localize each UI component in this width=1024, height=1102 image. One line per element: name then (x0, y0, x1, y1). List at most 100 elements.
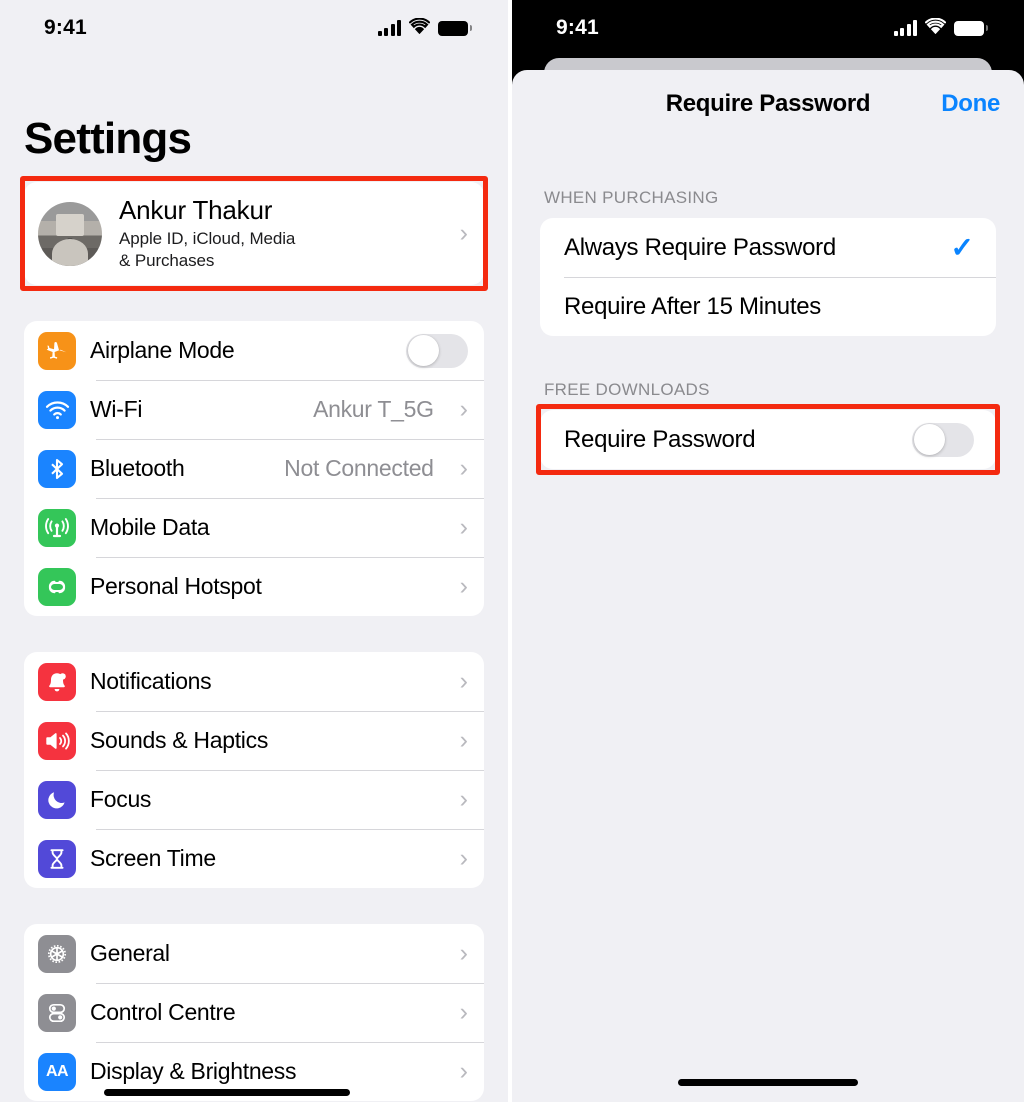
right-status-bar: 9:41 (512, 0, 1024, 56)
hotspot-link-icon (38, 567, 76, 606)
sidebar-item-label: Mobile Data (90, 514, 210, 541)
apple-id-card: Ankur Thakur Apple ID, iCloud, Media & P… (24, 182, 484, 286)
apple-id-row[interactable]: Ankur Thakur Apple ID, iCloud, Media & P… (24, 182, 484, 285)
sidebar-item-control-centre[interactable]: Control Centre › (24, 983, 484, 1042)
settings-group-system: General › Control Centre › AA Display & … (0, 924, 508, 1102)
home-indicator (678, 1079, 858, 1086)
sidebar-item-label: Display & Brightness (90, 1058, 297, 1085)
page-title: Settings (24, 114, 192, 163)
sidebar-item-mobile-data[interactable]: Mobile Data › (24, 498, 484, 557)
chevron-right-icon: › (459, 726, 468, 755)
sidebar-item-screen-time[interactable]: Screen Time › (24, 829, 484, 888)
sidebar-item-airplane-mode[interactable]: Airplane Mode (24, 321, 484, 380)
wifi-icon (38, 390, 76, 429)
avatar (38, 201, 102, 266)
sidebar-item-bluetooth[interactable]: Bluetooth Not Connected › (24, 439, 484, 498)
sidebar-item-label: Bluetooth (90, 455, 185, 482)
require-password-toggle[interactable] (912, 422, 974, 457)
settings-card-3: General › Control Centre › AA Display & … (24, 924, 484, 1102)
sidebar-item-label: Personal Hotspot (90, 573, 262, 600)
home-indicator (104, 1089, 350, 1096)
sidebar-item-general[interactable]: General › (24, 924, 484, 983)
sheet-title: Require Password (665, 90, 871, 117)
section-header-when-purchasing: WHEN PURCHASING (544, 188, 719, 207)
chevron-right-icon: › (459, 939, 468, 968)
battery-full-icon (438, 20, 472, 36)
airplane-mode-toggle[interactable] (406, 333, 468, 368)
status-bar-time: 9:41 (556, 16, 599, 39)
sidebar-item-wifi[interactable]: Wi-Fi Ankur T_5G › (24, 380, 484, 439)
wifi-icon (408, 17, 431, 39)
sliders-icon (38, 993, 76, 1032)
sidebar-item-label: Focus (90, 786, 152, 813)
speaker-icon (38, 721, 76, 760)
free-downloads-card: Require Password (540, 410, 996, 469)
chevron-right-icon: › (459, 785, 468, 814)
sidebar-item-sounds-haptics[interactable]: Sounds & Haptics › (24, 711, 484, 770)
toggle-knob (407, 335, 439, 367)
bell-icon (38, 662, 76, 701)
battery-full-icon (954, 20, 988, 36)
when-purchasing-card: Always Require Password ✓ Require After … (540, 218, 996, 336)
sidebar-item-label: Airplane Mode (90, 337, 235, 364)
sidebar-item-notifications[interactable]: Notifications › (24, 652, 484, 711)
sheet-header: Require Password Done (512, 70, 1024, 138)
sidebar-item-focus[interactable]: Focus › (24, 770, 484, 829)
sidebar-item-label: General (90, 940, 170, 967)
settings-card-2: Notifications › Sounds & Haptics › Focus… (24, 652, 484, 889)
option-require-after-15-minutes[interactable]: Require After 15 Minutes (540, 277, 996, 336)
option-label: Always Require Password (564, 233, 836, 261)
left-status-bar: 9:41 (0, 0, 508, 56)
chevron-right-icon: › (459, 395, 468, 424)
status-bar-indicators (893, 17, 988, 39)
free-downloads-highlight-wrapper: Require Password (512, 404, 1024, 475)
section-header-free-downloads: FREE DOWNLOADS (544, 380, 710, 399)
chevron-right-icon: › (459, 998, 468, 1027)
status-bar-time: 9:41 (44, 16, 87, 39)
cellular-signal-icon (377, 20, 401, 36)
modal-sheet: Require Password Done WHEN PURCHASING Al… (512, 70, 1024, 1102)
chevron-right-icon: › (459, 1057, 468, 1086)
text-size-aa-icon: AA (38, 1052, 76, 1091)
gear-icon (38, 934, 76, 973)
option-label: Require After 15 Minutes (564, 292, 821, 320)
status-bar-indicators (377, 17, 472, 39)
sidebar-item-label: Wi-Fi (90, 396, 143, 423)
sidebar-item-label: Control Centre (90, 999, 236, 1026)
chevron-right-icon: › (459, 513, 468, 542)
chevron-right-icon: › (459, 667, 468, 696)
dual-screenshot-container: 9:41 Settings Ankur Thakur Apple ID, iCl… (0, 0, 1024, 1102)
chevron-right-icon: › (459, 219, 468, 248)
sidebar-item-label: Sounds & Haptics (90, 727, 269, 754)
hourglass-icon (38, 839, 76, 878)
chevron-right-icon: › (459, 572, 468, 601)
apple-id-text: Ankur Thakur Apple ID, iCloud, Media & P… (119, 195, 437, 272)
sidebar-item-label: Screen Time (90, 845, 216, 872)
cellular-antenna-icon (38, 508, 76, 547)
apple-id-highlight-wrapper: Ankur Thakur Apple ID, iCloud, Media & P… (0, 176, 508, 292)
bluetooth-status-value: Not Connected (284, 455, 434, 482)
settings-card-1: Airplane Mode Wi-Fi Ankur T_5G › Bluetoo… (24, 321, 484, 617)
row-label: Require Password (564, 425, 756, 453)
sidebar-item-label: Notifications (90, 668, 212, 695)
cellular-signal-icon (893, 20, 917, 36)
toggle-knob (913, 424, 945, 455)
apple-id-subtitle-line1: Apple ID, iCloud, Media (119, 228, 296, 248)
chevron-right-icon: › (459, 454, 468, 483)
row-require-password[interactable]: Require Password (540, 410, 996, 469)
apple-id-subtitle-line2: & Purchases (119, 250, 215, 270)
sidebar-item-personal-hotspot[interactable]: Personal Hotspot › (24, 557, 484, 616)
right-phone-require-password-sheet: 9:41 Require Password Done WHEN PURCHASI… (512, 0, 1024, 1102)
apple-id-subtitle: Apple ID, iCloud, Media & Purchases (119, 228, 437, 272)
wifi-icon (924, 17, 947, 39)
settings-group-connectivity: Airplane Mode Wi-Fi Ankur T_5G › Bluetoo… (0, 321, 508, 617)
option-always-require-password[interactable]: Always Require Password ✓ (540, 218, 996, 277)
apple-id-name: Ankur Thakur (119, 195, 273, 225)
wifi-network-value: Ankur T_5G (313, 396, 434, 423)
moon-icon (38, 780, 76, 819)
airplane-icon (38, 331, 76, 370)
left-phone-settings-screen: 9:41 Settings Ankur Thakur Apple ID, iCl… (0, 0, 508, 1102)
bluetooth-icon (38, 449, 76, 488)
settings-group-alerts: Notifications › Sounds & Haptics › Focus… (0, 652, 508, 889)
done-button[interactable]: Done (941, 90, 1000, 118)
